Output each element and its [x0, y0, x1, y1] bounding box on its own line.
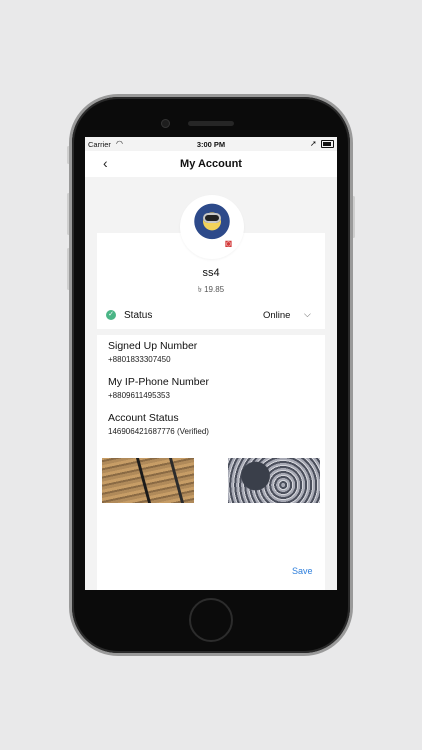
ip-phone-value: +8809611495353 [108, 391, 170, 400]
ip-phone-label: My IP-Phone Number [108, 376, 209, 388]
power-button [352, 196, 355, 238]
status-bar: Carrier ◠ 3:00 PM ➚ [85, 137, 337, 151]
home-button[interactable] [189, 598, 233, 642]
volume-up-button [67, 193, 70, 235]
balance: ৳ 19.85 [197, 285, 225, 294]
account-status-label: Account Status [108, 412, 179, 424]
signed-up-label: Signed Up Number [108, 340, 198, 352]
photo-detail [135, 458, 185, 503]
camera-icon[interactable]: ◙ [221, 238, 236, 250]
status-value: Online [263, 310, 291, 321]
mute-switch [67, 146, 70, 164]
page-title: My Account [180, 158, 242, 170]
signed-up-value: +8801833307450 [108, 355, 171, 364]
check-icon: ✓ [106, 310, 116, 320]
username: ss4 [202, 267, 220, 279]
earpiece-speaker [188, 121, 234, 126]
document-photo-2[interactable] [228, 458, 320, 503]
stage: Carrier ◠ 3:00 PM ➚ ‹ My Account ◙ ss4 ৳… [0, 0, 422, 750]
app-screen: Carrier ◠ 3:00 PM ➚ ‹ My Account ◙ ss4 ৳… [85, 137, 337, 590]
location-icon: ➚ [310, 139, 317, 148]
chevron-down-icon[interactable]: ⌵ [304, 309, 311, 320]
document-photo-1[interactable] [102, 458, 194, 503]
status-label: Status [124, 310, 153, 321]
status-selector[interactable]: ✓ Status Online ⌵ [97, 303, 325, 329]
nav-bar: ‹ My Account [85, 151, 337, 177]
front-camera [161, 119, 170, 128]
account-status-value: 146906421687776 (Verified) [108, 427, 209, 436]
clock: 3:00 PM [196, 140, 226, 149]
save-button[interactable]: Save [292, 566, 313, 576]
avatar-goggle [203, 213, 221, 223]
volume-down-button [67, 248, 70, 290]
details-card: Signed Up Number +8801833307450 My IP-Ph… [97, 335, 325, 590]
battery-icon [321, 140, 334, 148]
